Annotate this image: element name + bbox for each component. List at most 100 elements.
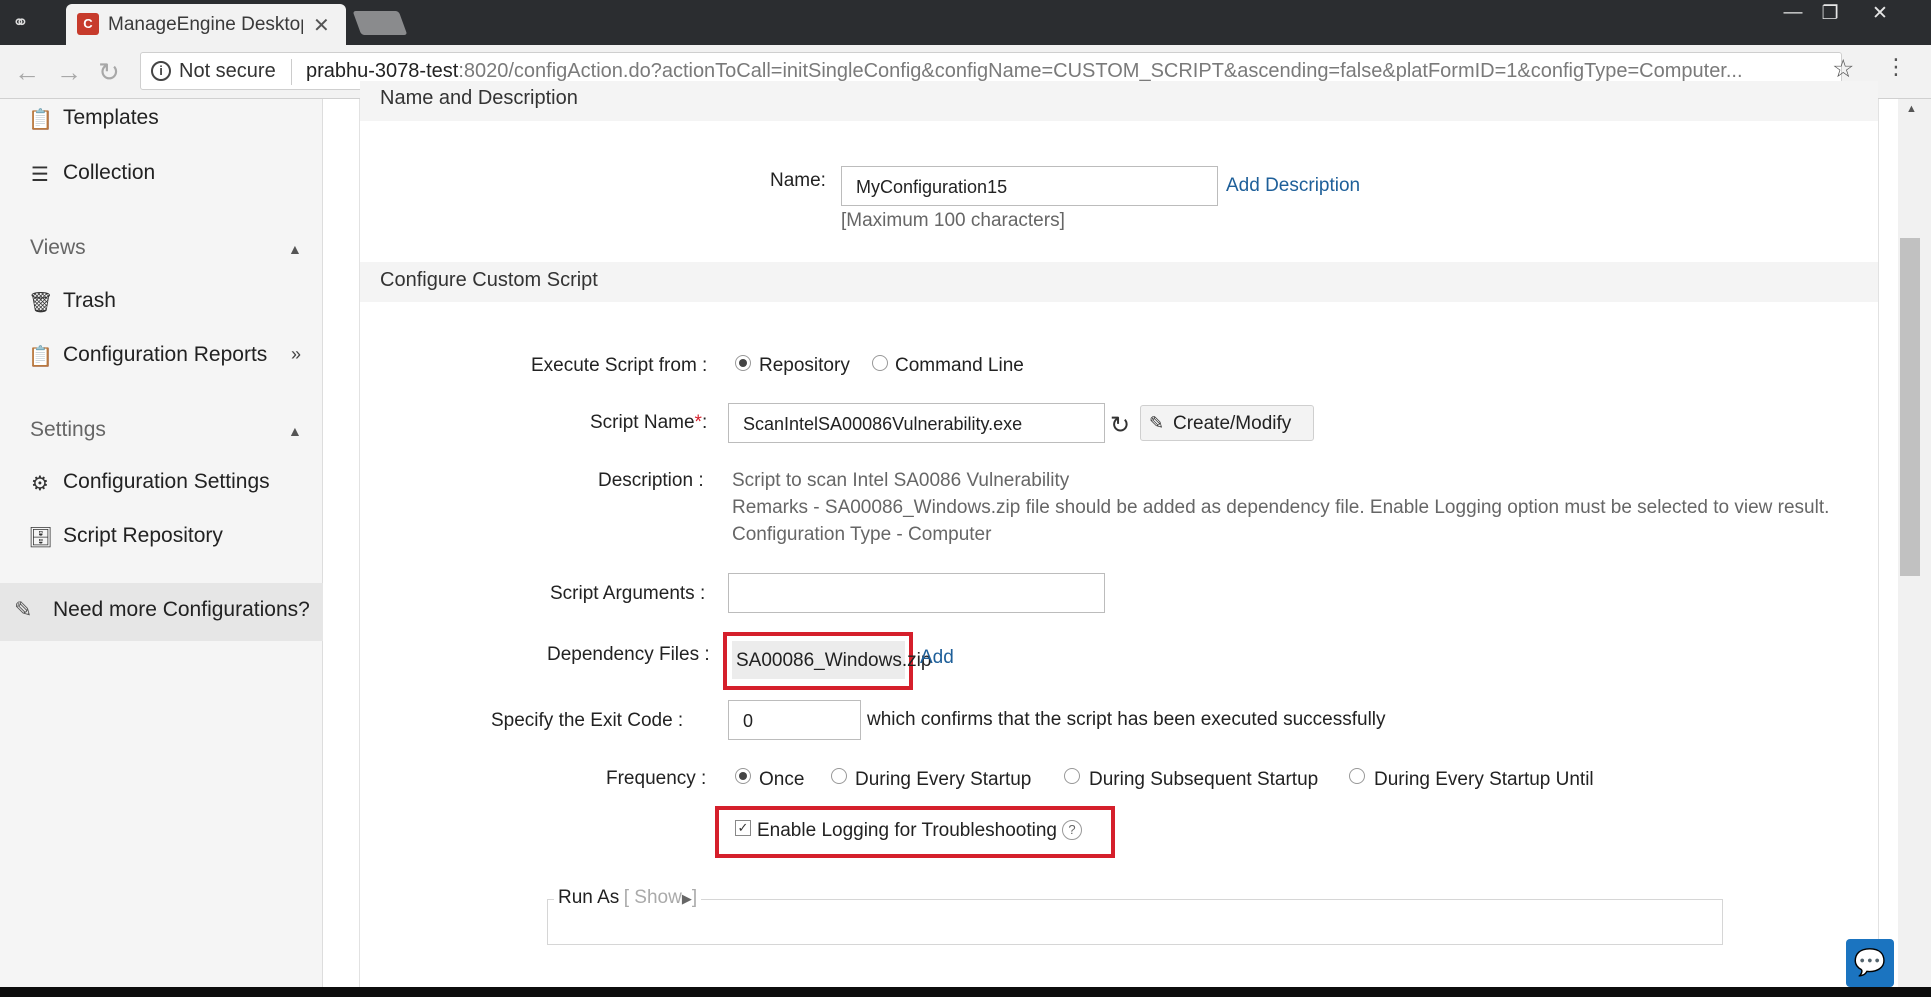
taskbar-strip (0, 987, 1931, 997)
run-as-label: Run As (558, 887, 620, 908)
window-close-icon[interactable]: ✕ (1863, 2, 1897, 26)
sidebar-item-configuration-settings[interactable]: ⚙ Configuration Settings (0, 463, 323, 503)
need-more-label: Need more Configurations? (53, 598, 310, 621)
name-input[interactable]: MyConfiguration15 (841, 166, 1218, 206)
run-as-fieldset (547, 899, 1723, 945)
url-rest: :8020/configAction.do?actionToCall=initS… (458, 60, 1743, 82)
configure-custom-script-header: Configure Custom Script (360, 262, 1878, 302)
repository-radio[interactable] (735, 355, 751, 371)
max-chars-hint: [Maximum 100 characters] (841, 210, 1065, 231)
create-modify-button[interactable]: ✎ Create/Modify (1140, 405, 1314, 441)
help-icon[interactable]: ? (1062, 820, 1082, 840)
sidebar-item-label: Templates (63, 106, 159, 129)
repository-label: Repository (759, 355, 850, 376)
execute-script-label: Execute Script from : (531, 355, 708, 376)
sidebar-item-collection[interactable]: ☰ Collection (0, 154, 323, 194)
script-arguments-input[interactable] (728, 573, 1105, 613)
description-label: Description : (598, 470, 704, 491)
clipboard-icon: 📋 (28, 109, 53, 131)
main-content: Name and Description Name: MyConfigurati… (323, 81, 1898, 987)
browser-tab-bar: ⚭ C ManageEngine Desktop C ✕ — ❐ ✕ (0, 0, 1931, 45)
browser-tab[interactable]: C ManageEngine Desktop C ✕ (66, 4, 346, 45)
frequency-label: Frequency : (606, 768, 707, 789)
new-tab-button[interactable] (352, 11, 408, 35)
url-host: prabhu-3078-test (306, 60, 459, 82)
tab-title: ManageEngine Desktop C (108, 14, 303, 35)
dependency-files-label: Dependency Files : (547, 644, 710, 665)
trash-icon: 🗑 (28, 292, 54, 314)
required-asterisk: * (694, 412, 702, 433)
sidebar: 📋 Templates ☰ Collection Views ▲ 🗑 Trash… (0, 99, 323, 987)
enable-logging-label: Enable Logging for Troubleshooting (757, 820, 1058, 841)
frequency-every-startup-label: During Every Startup (855, 769, 1032, 790)
minimize-icon[interactable]: — (1776, 2, 1810, 26)
refresh-icon[interactable]: ↻ (1110, 411, 1130, 440)
add-description-link[interactable]: Add Description (1226, 175, 1360, 197)
command-line-radio[interactable] (872, 355, 888, 371)
pencil-icon: ✎ (1149, 413, 1165, 433)
create-modify-label: Create/Modify (1173, 413, 1292, 434)
run-as-legend: Run As [ Show▶] (554, 887, 702, 909)
back-icon[interactable]: ← (14, 57, 40, 88)
sidebar-item-script-repository[interactable]: 🗄 Script Repository (0, 517, 323, 557)
show-toggle[interactable]: [ Show▶] (624, 887, 697, 908)
sidebar-item-label: Collection (63, 161, 156, 184)
info-icon[interactable]: i (151, 61, 171, 81)
description-line-2: Remarks - SA00086_Windows.zip file shoul… (732, 497, 1830, 518)
script-name-input[interactable]: ScanIntelSA00086Vulnerability.exe (728, 403, 1105, 443)
exit-code-label: Specify the Exit Code : (491, 710, 684, 731)
dependency-file-name: SA00086_Windows.zip (736, 650, 932, 671)
forward-icon[interactable]: → (56, 57, 82, 88)
settings-header[interactable]: Settings (30, 418, 106, 442)
frequency-subsequent-startup-radio[interactable] (1064, 768, 1080, 784)
frequency-subsequent-startup-label: During Subsequent Startup (1089, 769, 1319, 790)
address-separator (291, 59, 292, 85)
enable-logging-checkbox[interactable]: ✓ (735, 820, 751, 836)
incognito-icon: ⚭ (12, 12, 29, 34)
browser-menu-icon[interactable]: ⋮ (1885, 54, 1907, 80)
frequency-every-startup-until-radio[interactable] (1349, 768, 1365, 784)
sidebar-item-label: Configuration Reports (63, 343, 268, 366)
command-line-label: Command Line (895, 355, 1024, 376)
chevron-up-icon[interactable]: ▲ (288, 423, 302, 439)
exit-code-input[interactable]: 0 (728, 700, 861, 740)
description-line-3: Configuration Type - Computer (732, 524, 992, 545)
chat-support-icon[interactable]: 💬 (1846, 939, 1894, 987)
description-line-1: Script to scan Intel SA0086 Vulnerabilit… (732, 470, 1070, 491)
frequency-once-radio[interactable] (735, 768, 751, 784)
show-label: [ Show (623, 887, 682, 908)
sidebar-item-templates[interactable]: 📋 Templates (0, 99, 323, 139)
layers-icon: ☰ (31, 164, 49, 186)
bookmark-star-icon[interactable]: ☆ (1832, 54, 1854, 84)
chevron-up-icon[interactable]: ▲ (288, 241, 302, 257)
show-bracket: ] (691, 887, 698, 908)
frequency-every-startup-until-label: During Every Startup Until (1374, 769, 1594, 790)
section-title: Configure Custom Script (380, 269, 598, 291)
exit-code-note: which confirms that the script has been … (867, 709, 1386, 730)
restore-icon[interactable]: ❐ (1813, 2, 1847, 26)
reload-icon[interactable]: ↻ (98, 57, 120, 88)
dependency-file-chip[interactable]: SA00086_Windows.zip (732, 641, 931, 679)
scrollbar-thumb[interactable] (1900, 238, 1920, 576)
sidebar-item-trash[interactable]: 🗑 Trash (0, 282, 323, 322)
name-description-header: Name and Description (360, 81, 1878, 121)
pen-icon: ✎ (14, 597, 33, 622)
script-name-text: Script Name (590, 412, 695, 433)
frequency-every-startup-radio[interactable] (831, 768, 847, 784)
sidebar-item-label: Configuration Settings (63, 470, 270, 493)
script-name-colon: : (701, 412, 708, 433)
sidebar-item-configuration-reports[interactable]: 📋 Configuration Reports » (0, 336, 323, 376)
script-box-icon: 🗄 (28, 527, 54, 549)
add-dependency-link[interactable]: Add (920, 647, 954, 669)
scroll-up-icon[interactable]: ▲ (1906, 103, 1917, 115)
sidebar-item-label: Script Repository (63, 524, 223, 547)
double-chevron-right-icon[interactable]: » (291, 344, 301, 365)
section-title: Name and Description (380, 87, 578, 109)
need-more-configurations-button[interactable]: ✎ Need more Configurations? (0, 583, 323, 641)
script-name-label: Script Name*: (590, 412, 707, 434)
views-header[interactable]: Views (30, 236, 86, 260)
tab-close-icon[interactable]: ✕ (313, 13, 330, 38)
sidebar-item-label: Trash (63, 289, 116, 312)
url-text[interactable]: prabhu-3078-test:8020/configAction.do?ac… (306, 60, 1806, 83)
gear-stack-icon: ⚙ (31, 473, 49, 495)
